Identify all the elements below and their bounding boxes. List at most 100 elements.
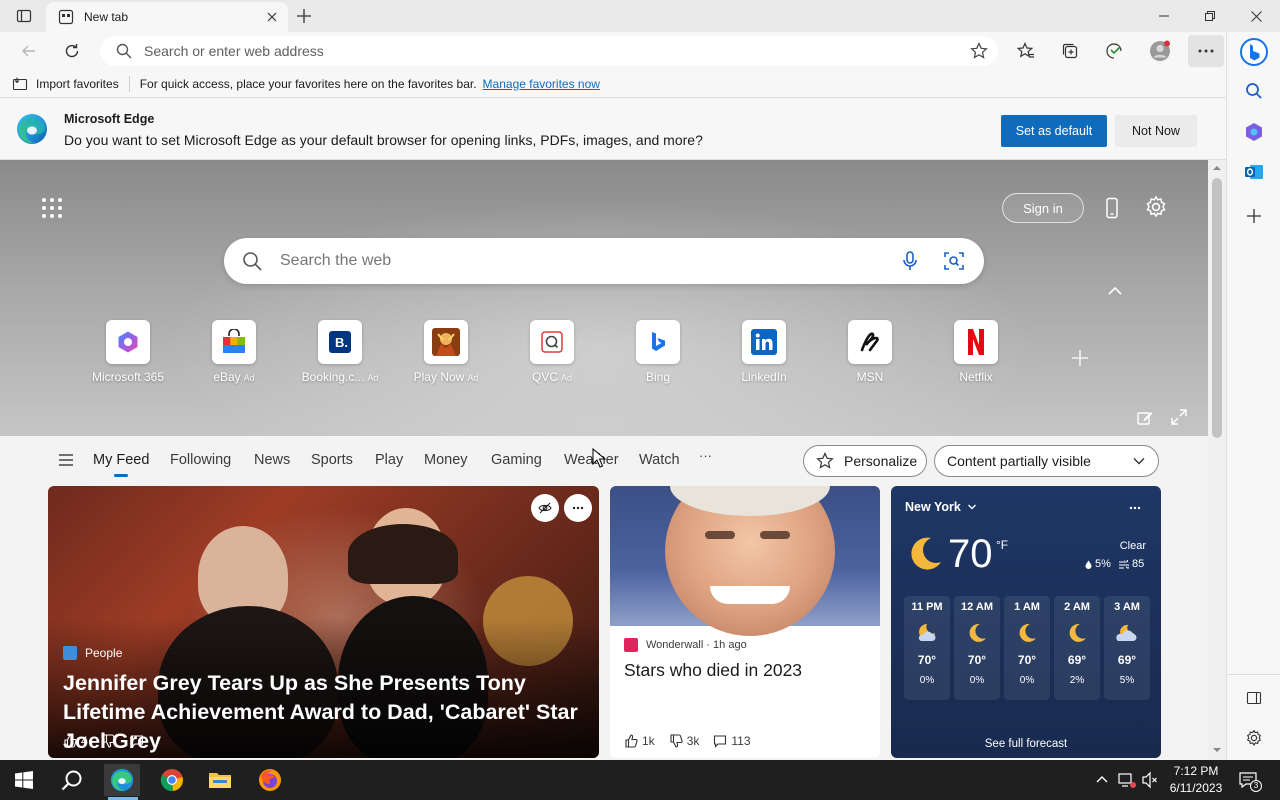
collections-button[interactable] xyxy=(1055,36,1085,66)
quick-link-bing[interactable]: Bing xyxy=(608,320,708,390)
new-tab-button[interactable] xyxy=(292,4,316,28)
hide-story-button[interactable] xyxy=(531,494,559,522)
chevron-up-icon[interactable] xyxy=(1104,280,1126,302)
set-as-default-button[interactable]: Set as default xyxy=(1001,115,1107,147)
news-card-secondary[interactable]: Wonderwall · 1h ago Stars who died in 20… xyxy=(610,486,880,758)
feed-tab-watch[interactable]: Watch xyxy=(639,452,680,468)
taskbar-firefox-icon[interactable] xyxy=(252,764,288,796)
dislike-button[interactable]: 3k xyxy=(669,734,699,748)
weather-more-icon[interactable] xyxy=(1127,500,1143,516)
feed-tab-following[interactable]: Following xyxy=(170,452,231,468)
dislike-button[interactable] xyxy=(102,734,116,748)
start-button-windows-icon[interactable] xyxy=(6,764,42,796)
add-favorite-star-icon[interactable] xyxy=(970,42,988,60)
content-visibility-dropdown[interactable]: Content partially visible xyxy=(934,445,1159,477)
web-search-input[interactable]: Search the web xyxy=(280,252,880,270)
visual-search-icon[interactable] xyxy=(940,247,968,275)
quick-link-ebay[interactable]: eBay Ad xyxy=(184,320,284,390)
hamburger-menu-icon[interactable] xyxy=(56,450,76,470)
bing-copilot-icon[interactable] xyxy=(1238,36,1270,68)
feed-tab-my-feed[interactable]: My Feed xyxy=(93,452,149,468)
close-window-button[interactable] xyxy=(1233,0,1279,32)
story-more-options-button[interactable] xyxy=(564,494,592,522)
web-search-box[interactable]: Search the web xyxy=(224,238,984,284)
quick-link-qvc[interactable]: QVC Ad xyxy=(502,320,602,390)
quick-link-play-now[interactable]: Play Now Ad xyxy=(396,320,496,390)
hourly-forecast-item[interactable]: 11 PM 70° 0% xyxy=(904,596,950,700)
settings-and-more-button[interactable] xyxy=(1188,35,1224,67)
feed-tab-play[interactable]: Play xyxy=(375,452,403,468)
feed-tab-gaming[interactable]: Gaming xyxy=(491,452,542,468)
tray-chevron-up-icon[interactable] xyxy=(1094,772,1110,788)
quick-link-msn[interactable]: MSN xyxy=(820,320,920,390)
taskbar-search-icon[interactable] xyxy=(54,764,90,796)
microphone-icon[interactable] xyxy=(896,247,924,275)
tab-actions-icon[interactable] xyxy=(8,4,40,28)
hourly-forecast-item[interactable]: 1 AM 70° 0% xyxy=(1004,596,1050,700)
volume-muted-icon[interactable] xyxy=(1141,771,1159,789)
comment-button[interactable] xyxy=(130,734,144,748)
hide-sidebar-icon[interactable] xyxy=(1238,682,1270,714)
address-bar[interactable]: Search or enter web address xyxy=(100,36,998,66)
svg-text:B.: B. xyxy=(335,335,348,350)
add-quick-link-icon[interactable] xyxy=(1068,346,1092,370)
browser-tab[interactable]: New tab xyxy=(46,2,288,32)
network-icon[interactable] xyxy=(1117,771,1137,789)
import-favorites-button[interactable]: Import favorites xyxy=(12,76,119,92)
taskbar-chrome-icon[interactable] xyxy=(154,764,190,796)
notifications-icon[interactable]: 3 xyxy=(1238,770,1262,792)
sidebar-m365-icon[interactable] xyxy=(1238,116,1270,148)
back-button[interactable] xyxy=(14,36,44,66)
refresh-button[interactable] xyxy=(57,36,87,66)
play-now-icon xyxy=(424,320,468,364)
weather-location[interactable]: New York xyxy=(905,500,977,514)
mobile-app-icon[interactable] xyxy=(1100,196,1124,220)
feed-tab-money[interactable]: Money xyxy=(424,452,468,468)
feed-tab-sports[interactable]: Sports xyxy=(311,452,353,468)
taskbar-edge-icon[interactable] xyxy=(104,764,140,796)
see-full-forecast-link[interactable]: See full forecast xyxy=(891,738,1161,750)
scrollbar-thumb[interactable] xyxy=(1212,178,1222,438)
edit-background-icon[interactable] xyxy=(1136,408,1154,426)
personalize-button[interactable]: Personalize xyxy=(803,445,927,477)
sidebar-settings-icon[interactable] xyxy=(1238,722,1270,754)
sidebar-add-icon[interactable] xyxy=(1238,200,1270,232)
sidebar-search-icon[interactable] xyxy=(1238,75,1270,107)
source-name: People xyxy=(85,646,123,660)
quick-link-booking[interactable]: B. Booking.c... Ad xyxy=(290,320,390,390)
not-now-button[interactable]: Not Now xyxy=(1115,115,1197,147)
system-clock[interactable]: 7:12 PM 6/11/2023 xyxy=(1160,763,1232,797)
scroll-down-icon[interactable] xyxy=(1212,746,1222,754)
page-settings-icon[interactable] xyxy=(1144,195,1168,219)
manage-favorites-link[interactable]: Manage favorites now xyxy=(483,77,600,91)
hourly-forecast-item[interactable]: 2 AM 69° 2% xyxy=(1054,596,1100,700)
like-button[interactable]: 1k xyxy=(624,734,655,748)
feed-more-button[interactable]: ··· xyxy=(699,448,712,463)
temperature-unit[interactable]: °F xyxy=(996,538,1008,552)
restore-button[interactable] xyxy=(1187,0,1233,32)
like-button[interactable]: 4 xyxy=(63,734,88,748)
expand-icon[interactable] xyxy=(1170,408,1188,426)
sign-in-button[interactable]: Sign in xyxy=(1002,193,1084,223)
minimize-button[interactable] xyxy=(1141,0,1187,32)
feed-tab-news[interactable]: News xyxy=(254,452,290,468)
profile-avatar[interactable] xyxy=(1145,36,1175,66)
news-card-main[interactable]: People Jennifer Grey Tears Up as She Pre… xyxy=(48,486,599,758)
tab-close-icon[interactable] xyxy=(264,9,280,25)
quick-link-linkedin[interactable]: LinkedIn xyxy=(714,320,814,390)
address-input[interactable]: Search or enter web address xyxy=(144,43,970,59)
article-headline[interactable]: Stars who died in 2023 xyxy=(624,660,869,681)
hourly-forecast-item[interactable]: 3 AM 69° 5% xyxy=(1104,596,1150,700)
app-launcher-icon[interactable] xyxy=(40,196,64,220)
hourly-forecast-item[interactable]: 12 AM 70° 0% xyxy=(954,596,1000,700)
performance-button[interactable] xyxy=(1099,36,1129,66)
comment-button[interactable]: 113 xyxy=(713,734,751,748)
page-scrollbar[interactable] xyxy=(1208,160,1226,760)
weather-card[interactable]: New York 70 °F Clear 5% 85 11 PM 70° 0% … xyxy=(891,486,1161,758)
favorites-button[interactable] xyxy=(1011,36,1041,66)
quick-link-microsoft-365[interactable]: Microsoft 365 xyxy=(78,320,178,390)
quick-link-netflix[interactable]: Netflix xyxy=(926,320,1026,390)
taskbar-file-explorer-icon[interactable] xyxy=(202,764,238,796)
scroll-up-icon[interactable] xyxy=(1212,164,1222,172)
sidebar-outlook-icon[interactable] xyxy=(1238,156,1270,188)
